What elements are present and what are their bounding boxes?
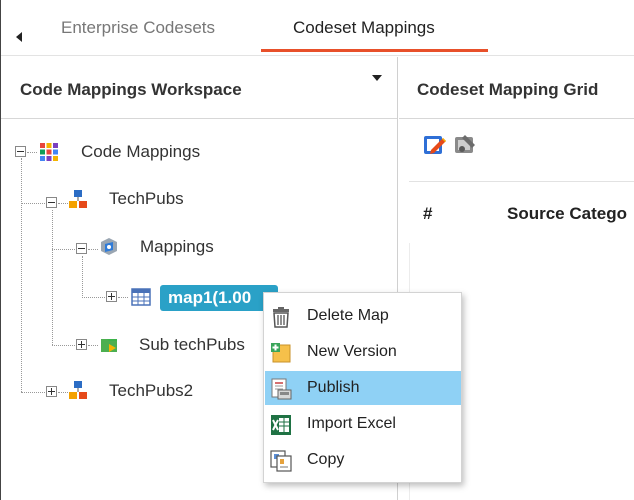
tree-node-sub-techpubs[interactable]: Sub techPubs: [139, 335, 245, 355]
tree-node-mappings[interactable]: Mappings: [140, 237, 214, 257]
expand-toggle-map1[interactable]: [106, 291, 117, 302]
tab-strip: Enterprise Codesets Codeset Mappings: [1, 0, 634, 56]
sub-folder-icon: [101, 339, 117, 352]
menu-item-label: Publish: [307, 379, 360, 396]
new-version-icon: [271, 343, 291, 363]
tree-connector: [21, 203, 47, 204]
menu-item-label: New Version: [307, 343, 397, 360]
app-frame: Enterprise Codesets Codeset Mappings Cod…: [0, 0, 634, 500]
expand-toggle-techpubs2[interactable]: [46, 386, 57, 397]
tree-connector: [52, 210, 53, 345]
tree-connector: [82, 297, 107, 298]
menu-item-import-excel[interactable]: Import Excel: [265, 407, 461, 441]
menu-item-delete-map[interactable]: Delete Map: [265, 299, 461, 333]
menu-item-label: Copy: [307, 451, 345, 468]
mapping-grid-header: Codeset Mapping Grid: [399, 57, 634, 119]
expand-toggle-sub-techpubs[interactable]: [76, 339, 87, 350]
tab-scroll-left-icon[interactable]: [16, 32, 22, 42]
tree-connector: [118, 297, 128, 298]
tree-node-code-mappings[interactable]: Code Mappings: [81, 142, 200, 162]
copy-icon: [270, 450, 292, 472]
tree-connector: [21, 158, 22, 392]
context-menu: Delete Map New Version Publish Import Ex…: [263, 292, 462, 483]
tree-connector: [82, 256, 83, 298]
grid-colorful-icon: [40, 143, 58, 161]
collapse-toggle-root[interactable]: [15, 146, 26, 157]
tree-node-map1-selected[interactable]: map1(1.00: [160, 285, 278, 311]
menu-item-copy[interactable]: Copy: [265, 443, 461, 477]
mapping-folder-icon: [101, 238, 117, 255]
publish-icon: [271, 378, 292, 400]
active-tab-indicator: [261, 49, 488, 52]
menu-item-publish[interactable]: Publish: [265, 371, 461, 405]
org-chart-icon: [69, 190, 87, 208]
tree-connector: [88, 345, 98, 346]
menu-item-label: Delete Map: [307, 307, 389, 324]
column-header-source-category[interactable]: Source Catego: [507, 204, 627, 224]
tree-connector: [52, 249, 77, 250]
org-chart-icon: [69, 381, 87, 399]
tree-connector: [52, 345, 77, 346]
tools-icon[interactable]: [453, 133, 477, 157]
menu-item-new-version[interactable]: New Version: [265, 335, 461, 369]
tree-node-techpubs[interactable]: TechPubs: [109, 189, 184, 209]
calendar-grid-icon: [131, 288, 151, 306]
mapping-grid-title: Codeset Mapping Grid: [417, 80, 599, 99]
tab-codeset-mappings[interactable]: Codeset Mappings: [293, 18, 435, 38]
tree-connector: [58, 392, 68, 393]
workspace-panel-title: Code Mappings Workspace: [20, 80, 242, 99]
column-header-number[interactable]: #: [423, 204, 432, 224]
tree-connector: [58, 203, 68, 204]
caret-down-icon[interactable]: [372, 75, 382, 81]
trash-icon: [273, 307, 289, 328]
excel-icon: [271, 415, 291, 435]
tab-enterprise-codesets[interactable]: Enterprise Codesets: [61, 18, 215, 38]
tree-connector: [21, 392, 47, 393]
edit-icon[interactable]: [423, 133, 447, 157]
workspace-panel-header: Code Mappings Workspace: [1, 57, 397, 119]
tree-connector: [27, 152, 37, 153]
toolbar-divider: [409, 181, 634, 182]
tree-node-techpubs2[interactable]: TechPubs2: [109, 381, 193, 401]
menu-item-label: Import Excel: [307, 415, 396, 432]
collapse-toggle-techpubs[interactable]: [46, 197, 57, 208]
collapse-toggle-mappings[interactable]: [76, 243, 87, 254]
tree-connector: [88, 249, 98, 250]
